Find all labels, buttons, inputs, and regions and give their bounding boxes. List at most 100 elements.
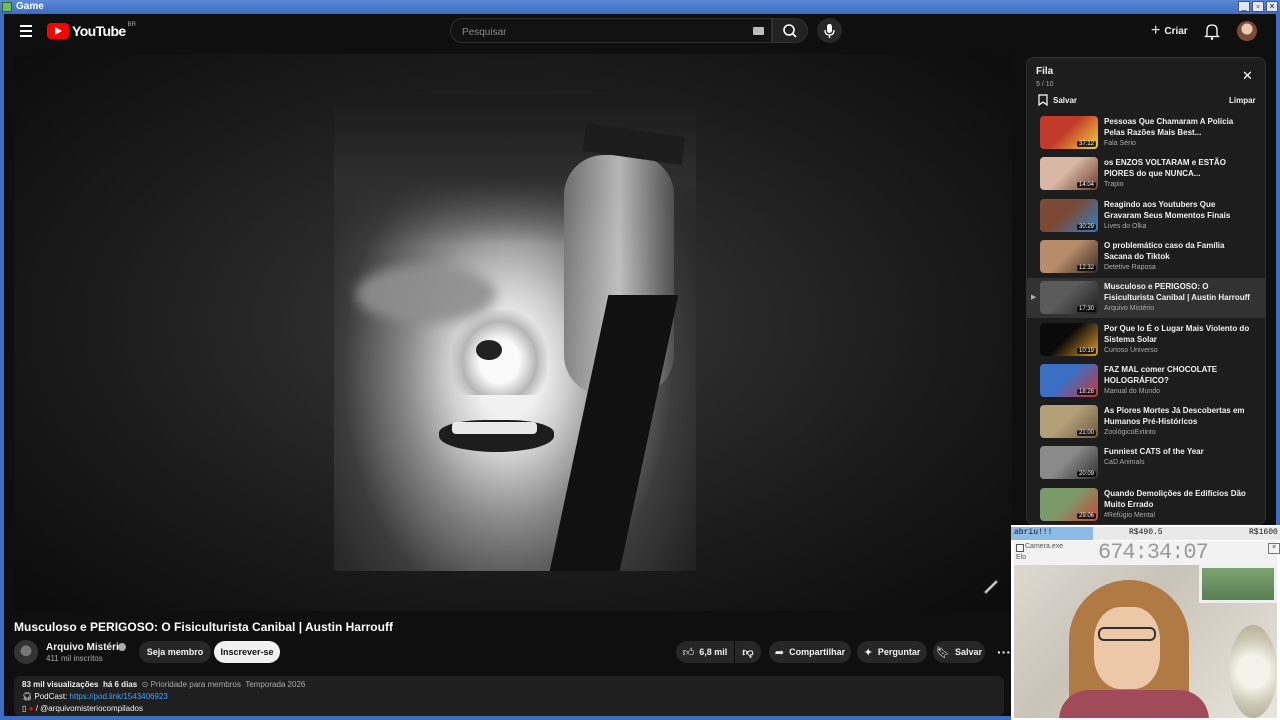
like-button[interactable]: 👍︎ 6,8 mil [676,641,734,663]
season-tag: Temporada 2026 [245,680,306,689]
logo-text: YouTube [72,23,126,39]
queue-item[interactable]: 14:04 os ENZOS VOLTARAM e ESTÃO PIORES do… [1027,154,1265,194]
queue-duration: 29:06 [1076,512,1096,519]
queue-item[interactable]: 12:32 O problemático caso da Família Saca… [1027,237,1265,277]
queue-item-title[interactable]: os ENZOS VOLTARAM e ESTÃO PIORES do que … [1104,157,1254,179]
subscribe-button[interactable]: Inscrever-se [214,641,280,663]
join-membership-button[interactable]: Seja membro [139,641,211,663]
podcast-link[interactable]: https://pod.link/1543406923 [70,692,168,701]
maximize-button[interactable]: ▫ [1252,1,1264,12]
queue-duration: 14:04 [1076,182,1096,189]
search-box[interactable] [450,18,772,43]
queue-item-channel[interactable]: ZoológicoExtinto [1104,429,1156,436]
close-window-button[interactable]: × [1266,1,1278,12]
queue-item-channel[interactable]: Lives do Olka [1104,223,1146,230]
queue-thumbnail[interactable]: 37:12 [1040,116,1098,149]
queue-duration: 12:32 [1076,264,1096,271]
video-title: Musculoso e PERIGOSO: O Fisiculturista C… [14,620,393,634]
queue-save-button[interactable]: Salvar [1036,94,1077,106]
queue-duration: 30:29 [1076,223,1096,230]
minimize-button[interactable]: _ [1238,1,1250,12]
create-label: Criar [1164,25,1188,37]
search-input[interactable] [460,23,744,41]
video-frame-image [334,95,696,571]
queue-item-channel[interactable]: Manual do Mundo [1104,388,1160,395]
queue-item-channel[interactable]: Detetive Raposa [1104,264,1156,271]
phone-icon: ▯ [22,704,27,713]
queue-thumbnail[interactable]: 17:30 [1040,281,1098,315]
queue-item-title[interactable]: Por Que Io É o Lugar Mais Violento do Si… [1104,323,1254,345]
queue-thumbnail[interactable]: 29:06 [1040,487,1098,521]
stream-timer: 674:34:07 [1098,540,1209,565]
queue-thumbnail[interactable]: 18:28 [1040,363,1098,397]
overlay-amount-goal: R$1600 [1249,528,1278,537]
sparkle-icon: ✦ [863,646,873,659]
instagram-handle[interactable]: / @arquivomisteriocompilados [36,704,143,713]
queue-item-title[interactable]: O problemático caso da Família Sacana do… [1104,240,1254,262]
save-label: Salvar [954,647,982,657]
dislike-button[interactable]: 👎︎ [735,641,761,663]
queue-item[interactable]: 10:19 Por Que Io É o Lugar Mais Violento … [1027,320,1265,360]
now-playing-icon: ▶ [1031,294,1037,302]
queue-item-channel[interactable]: #Refúgio Mental [1104,512,1155,519]
youtube-play-icon [47,23,69,39]
queue-item-channel[interactable]: Curioso Universo [1104,347,1158,354]
queue-item-title[interactable]: FAZ MAL comer CHOCOLATE HOLOGRÁFICO? [1104,364,1254,386]
queue-clear-button[interactable]: Limpar [1229,96,1256,105]
search-button[interactable] [772,18,808,43]
queue-item-title[interactable]: Reagindo aos Youtubers Que Gravaram Seus… [1104,199,1254,221]
queue-item-title[interactable]: Pessoas Que Chamaram A Polícia Pelas Raz… [1104,116,1254,138]
queue-item-title[interactable]: Musculoso e PERIGOSO: O Fisiculturista C… [1104,281,1254,303]
save-button[interactable]: 🔖︎ Salvar [933,641,985,663]
create-button[interactable]: + Criar [1145,20,1193,42]
glasses [1098,627,1156,641]
queue-thumbnail[interactable]: 30:29 [1040,198,1098,232]
queue-item[interactable]: ▶ 17:30 Musculoso e PERIGOSO: O Fisicultur… [1027,278,1265,319]
account-avatar[interactable] [1237,21,1257,41]
view-count: 83 mil visualizações [22,680,99,689]
camera-app-name: Camera.exe [1025,543,1064,550]
queue-item[interactable]: 29:06 Quando Demolições de Edifícios Dão … [1027,485,1265,525]
queue-thumbnail[interactable]: 21:00 [1040,405,1098,439]
close-queue-icon[interactable]: ✕ [1242,69,1254,82]
notifications-bell-icon[interactable] [1203,22,1221,40]
queue-item-channel[interactable]: Trapio [1104,181,1124,188]
queue-item[interactable]: 30:29 Reagindo aos Youtubers Que Gravaram… [1027,196,1265,236]
voice-search-button[interactable] [817,18,842,43]
podcast-line: 🎧︎ PodCast: https://pod.link/1543406923 [22,692,168,701]
like-count: 6,8 mil [699,647,728,657]
country-code: BR [127,22,136,28]
window-title: Game [16,1,44,12]
keyboard-icon[interactable] [753,27,764,35]
mouse-cursor-icon [983,579,999,594]
queue-item-channel[interactable]: CaD Animals [1104,459,1144,466]
queue-save-label: Salvar [1053,95,1078,105]
ask-button[interactable]: ✦ Perguntar [857,641,927,663]
camera-close-icon[interactable]: × [1268,543,1280,554]
podcast-label: PodCast: [34,692,68,701]
queue-item[interactable]: 37:12 Pessoas Que Chamaram A Polícia Pela… [1027,113,1265,153]
queue-item-channel[interactable]: Arquivo Mistério [1104,305,1154,312]
queue-thumbnail[interactable]: 20:09 [1040,446,1098,480]
queue-thumbnail[interactable]: 12:32 [1040,239,1098,273]
queue-item[interactable]: 18:28 FAZ MAL comer CHOCOLATE HOLOGRÁFICO… [1027,361,1265,401]
queue-duration: 37:12 [1076,141,1096,147]
queue-duration: 10:19 [1076,347,1096,354]
video-player[interactable] [14,54,1012,611]
channel-name[interactable]: Arquivo Mistério [46,642,125,653]
queue-thumbnail[interactable]: 14:04 [1040,157,1098,191]
channel-avatar[interactable] [14,640,38,664]
queue-item-title[interactable]: Quando Demolições de Edifícios Dão Muito… [1104,488,1254,510]
bookmark-icon: 🔖︎ [936,646,950,659]
queue-item-channel[interactable]: Fala Sério [1104,140,1136,147]
queue-thumbnail[interactable]: 10:19 [1040,322,1098,356]
queue-item-title[interactable]: Funniest CATS of the Year [1104,446,1254,457]
menu-icon[interactable] [18,22,36,40]
upload-age: há 6 dias [102,680,138,689]
queue-item[interactable]: 20:09 Funniest CATS of the Year CaD Animal… [1027,443,1265,483]
youtube-logo[interactable]: YouTube BR [47,22,136,39]
queue-item-title[interactable]: As Piores Mortes Já Descobertas em Human… [1104,405,1254,427]
queue-duration: 21:00 [1076,430,1096,437]
share-button[interactable]: ➦ Compartilhar [769,641,851,663]
queue-item[interactable]: 21:00 As Piores Mortes Já Descobertas em … [1027,402,1265,442]
